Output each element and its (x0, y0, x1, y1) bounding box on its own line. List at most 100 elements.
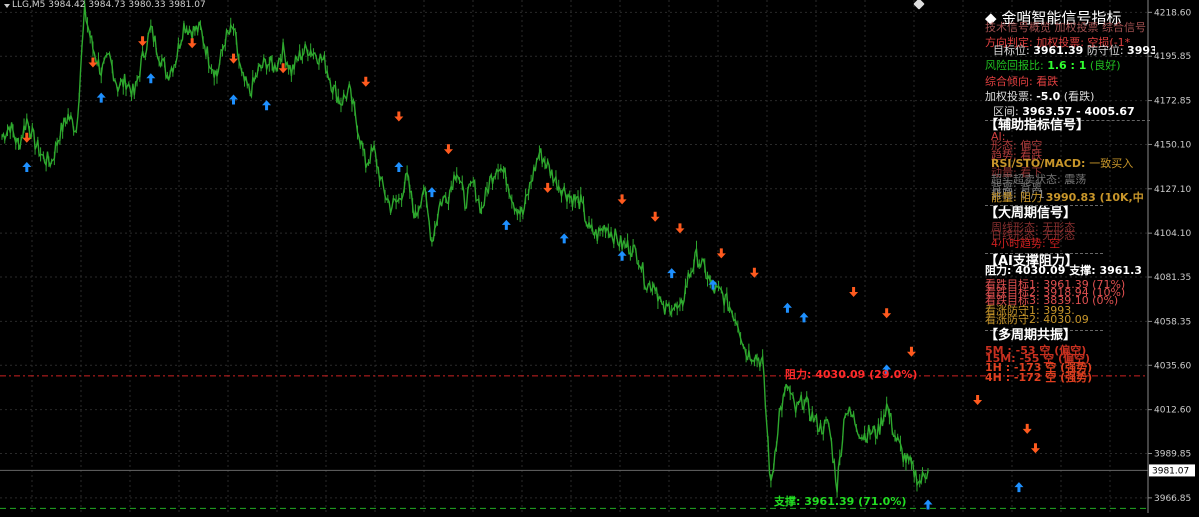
tick-label: 3966.85 (1154, 494, 1191, 504)
tick-label: 4012.60 (1154, 406, 1191, 416)
sell-arrow-shape (749, 267, 759, 278)
grid (0, 0, 1148, 513)
buy-arrow-icon (22, 162, 32, 172)
tick-label: 4195.85 (1154, 52, 1191, 62)
energy-kind: 阻力 (1020, 191, 1043, 204)
sell-arrow-shape (1022, 423, 1032, 434)
support-label: 支撑: 3961.39 (71.0%) (774, 495, 907, 508)
sell-arrow-icon (749, 267, 759, 278)
sell-arrow-icon (187, 38, 197, 49)
aux-line-energy: 能量: 阻力 3990.83 (10K,中 (991, 191, 1144, 204)
tick-label: 4058.35 (1154, 317, 1191, 327)
sell-arrow-icon (973, 395, 983, 405)
buy-arrow-shape (229, 94, 238, 105)
buy-arrow-icon (1014, 482, 1024, 493)
sell-arrow-icon (543, 182, 553, 193)
big-line-4h: 4小时趋势: 空 (991, 237, 1061, 250)
sell-arrow-shape (650, 211, 660, 222)
ai-line-defend2: 看涨防守2: 4030.09 (985, 313, 1089, 326)
ai-res-label: 阻力: (985, 264, 1012, 277)
price-axis: 4218.60 4195.85 4172.85 4150.10 4127.10 4104.… (1147, 0, 1195, 513)
resistance-label: 阻力: 4030.09 (29.0%) (785, 368, 918, 381)
sell-arrow-shape (675, 223, 685, 234)
panel-line-range: 区间: 3963.57 - 4005.67 (993, 105, 1135, 118)
range-value: 3963.57 - 4005.67 (1022, 105, 1135, 118)
tick-label: 4150.10 (1154, 140, 1191, 150)
sell-arrow-icon (882, 308, 892, 319)
panel-line-vote: 加权投票: -5.0 (看跌) (985, 90, 1094, 103)
sell-arrow-shape (361, 76, 371, 87)
sell-arrow-icon (650, 211, 660, 222)
buy-arrow-icon (617, 250, 627, 261)
buy-arrow-icon (559, 233, 569, 244)
tick-label: 4218.60 (1154, 8, 1191, 18)
sell-arrow-icon (443, 144, 453, 155)
buy-arrow-icon (146, 73, 156, 84)
buy-arrow-shape (559, 233, 569, 244)
panel-line-rr: 风险回报比: 1.6 : 1 (良好) (985, 59, 1121, 72)
sell-arrow-icon (1030, 443, 1040, 454)
current-price-label: 3981.07 (1152, 466, 1189, 476)
rr-value: 1.6 : 1 (1047, 59, 1087, 72)
sell-arrow-shape (138, 36, 148, 47)
rsi-value: 一致买入 (1089, 157, 1134, 170)
stop-label: 防守位: (1086, 44, 1124, 57)
vote-label: 加权投票: (985, 90, 1033, 103)
buy-arrow-icon (394, 162, 404, 172)
sell-arrow-shape (543, 182, 553, 193)
rr-note: (良好) (1089, 59, 1121, 72)
price-series (1, 0, 929, 498)
buy-arrow-icon (229, 94, 238, 105)
panel-line-tendency: 综合倾向: 看跌 (985, 75, 1059, 88)
collapse-triangle-icon[interactable] (4, 4, 10, 8)
vote-value: -5.0 (1036, 90, 1061, 103)
big-cycle-title: 【大周期信号】 (985, 206, 1077, 221)
ai-sup-value: 3961.3 (1099, 264, 1142, 277)
multi-cycle-title: 【多周期共振】 (985, 328, 1077, 343)
sell-arrow-shape (394, 111, 404, 122)
range-label: 区间: (993, 105, 1019, 118)
panel-line-target: 目标位: 3961.39 防守位: 3993. (993, 44, 1155, 57)
sell-arrow-shape (906, 346, 916, 357)
buy-arrow-shape (96, 92, 106, 103)
sell-arrow-shape (882, 308, 892, 319)
ai-res-value: 4030.09 (1015, 264, 1066, 277)
sell-arrow-icon (229, 53, 238, 64)
level-lines (0, 375, 1148, 509)
signal-panel: ◆ 金哨智能信号指标 技术信号概览 加权投票 综合信号 方向判定: 加权投票: … (985, 8, 1155, 388)
buy-arrow-shape (22, 162, 32, 172)
buy-arrow-shape (501, 219, 511, 230)
sell-arrow-shape (849, 287, 859, 297)
buy-arrow-icon (262, 100, 272, 111)
sell-arrow-icon (394, 111, 404, 122)
rr-label: 风险回报比: (985, 59, 1044, 72)
sell-arrow-icon (849, 287, 859, 297)
sell-arrow-shape (1030, 443, 1040, 454)
buy-arrow-icon (501, 219, 511, 230)
sell-arrow-icon (675, 223, 685, 234)
tick-label: 4127.10 (1154, 185, 1191, 195)
target-value: 3961.39 (1033, 44, 1084, 57)
sell-arrow-shape (443, 144, 453, 155)
tick-label: 4081.35 (1154, 273, 1191, 283)
energy-value: 3990.83 (10K,中 (1045, 191, 1144, 204)
sell-arrow-icon (361, 76, 371, 87)
stop-value: 3993. (1127, 44, 1155, 57)
buy-arrow-icon (96, 92, 106, 103)
energy-label: 能量: (991, 191, 1017, 204)
buy-arrow-shape (617, 250, 627, 261)
price-line (1, 3, 929, 493)
sell-arrow-shape (617, 194, 627, 205)
buy-arrow-shape (262, 100, 272, 111)
target-label: 目标位: (993, 44, 1030, 57)
vote-note: (看跌) (1063, 90, 1095, 103)
sell-arrow-icon (1022, 423, 1032, 434)
buy-arrow-shape (1014, 482, 1024, 493)
multi-line-4h: 4H : -172 空 (强势) (985, 371, 1093, 384)
ai-sup-label: 支撑: (1069, 264, 1096, 277)
tick-label: 4104.10 (1154, 229, 1191, 239)
sell-arrow-icon (906, 346, 916, 357)
sell-arrow-icon (617, 194, 627, 205)
ohlc-values: 3984.42 3984.73 3980.33 3981.07 (48, 0, 206, 10)
tick-label: 4035.60 (1154, 361, 1191, 371)
